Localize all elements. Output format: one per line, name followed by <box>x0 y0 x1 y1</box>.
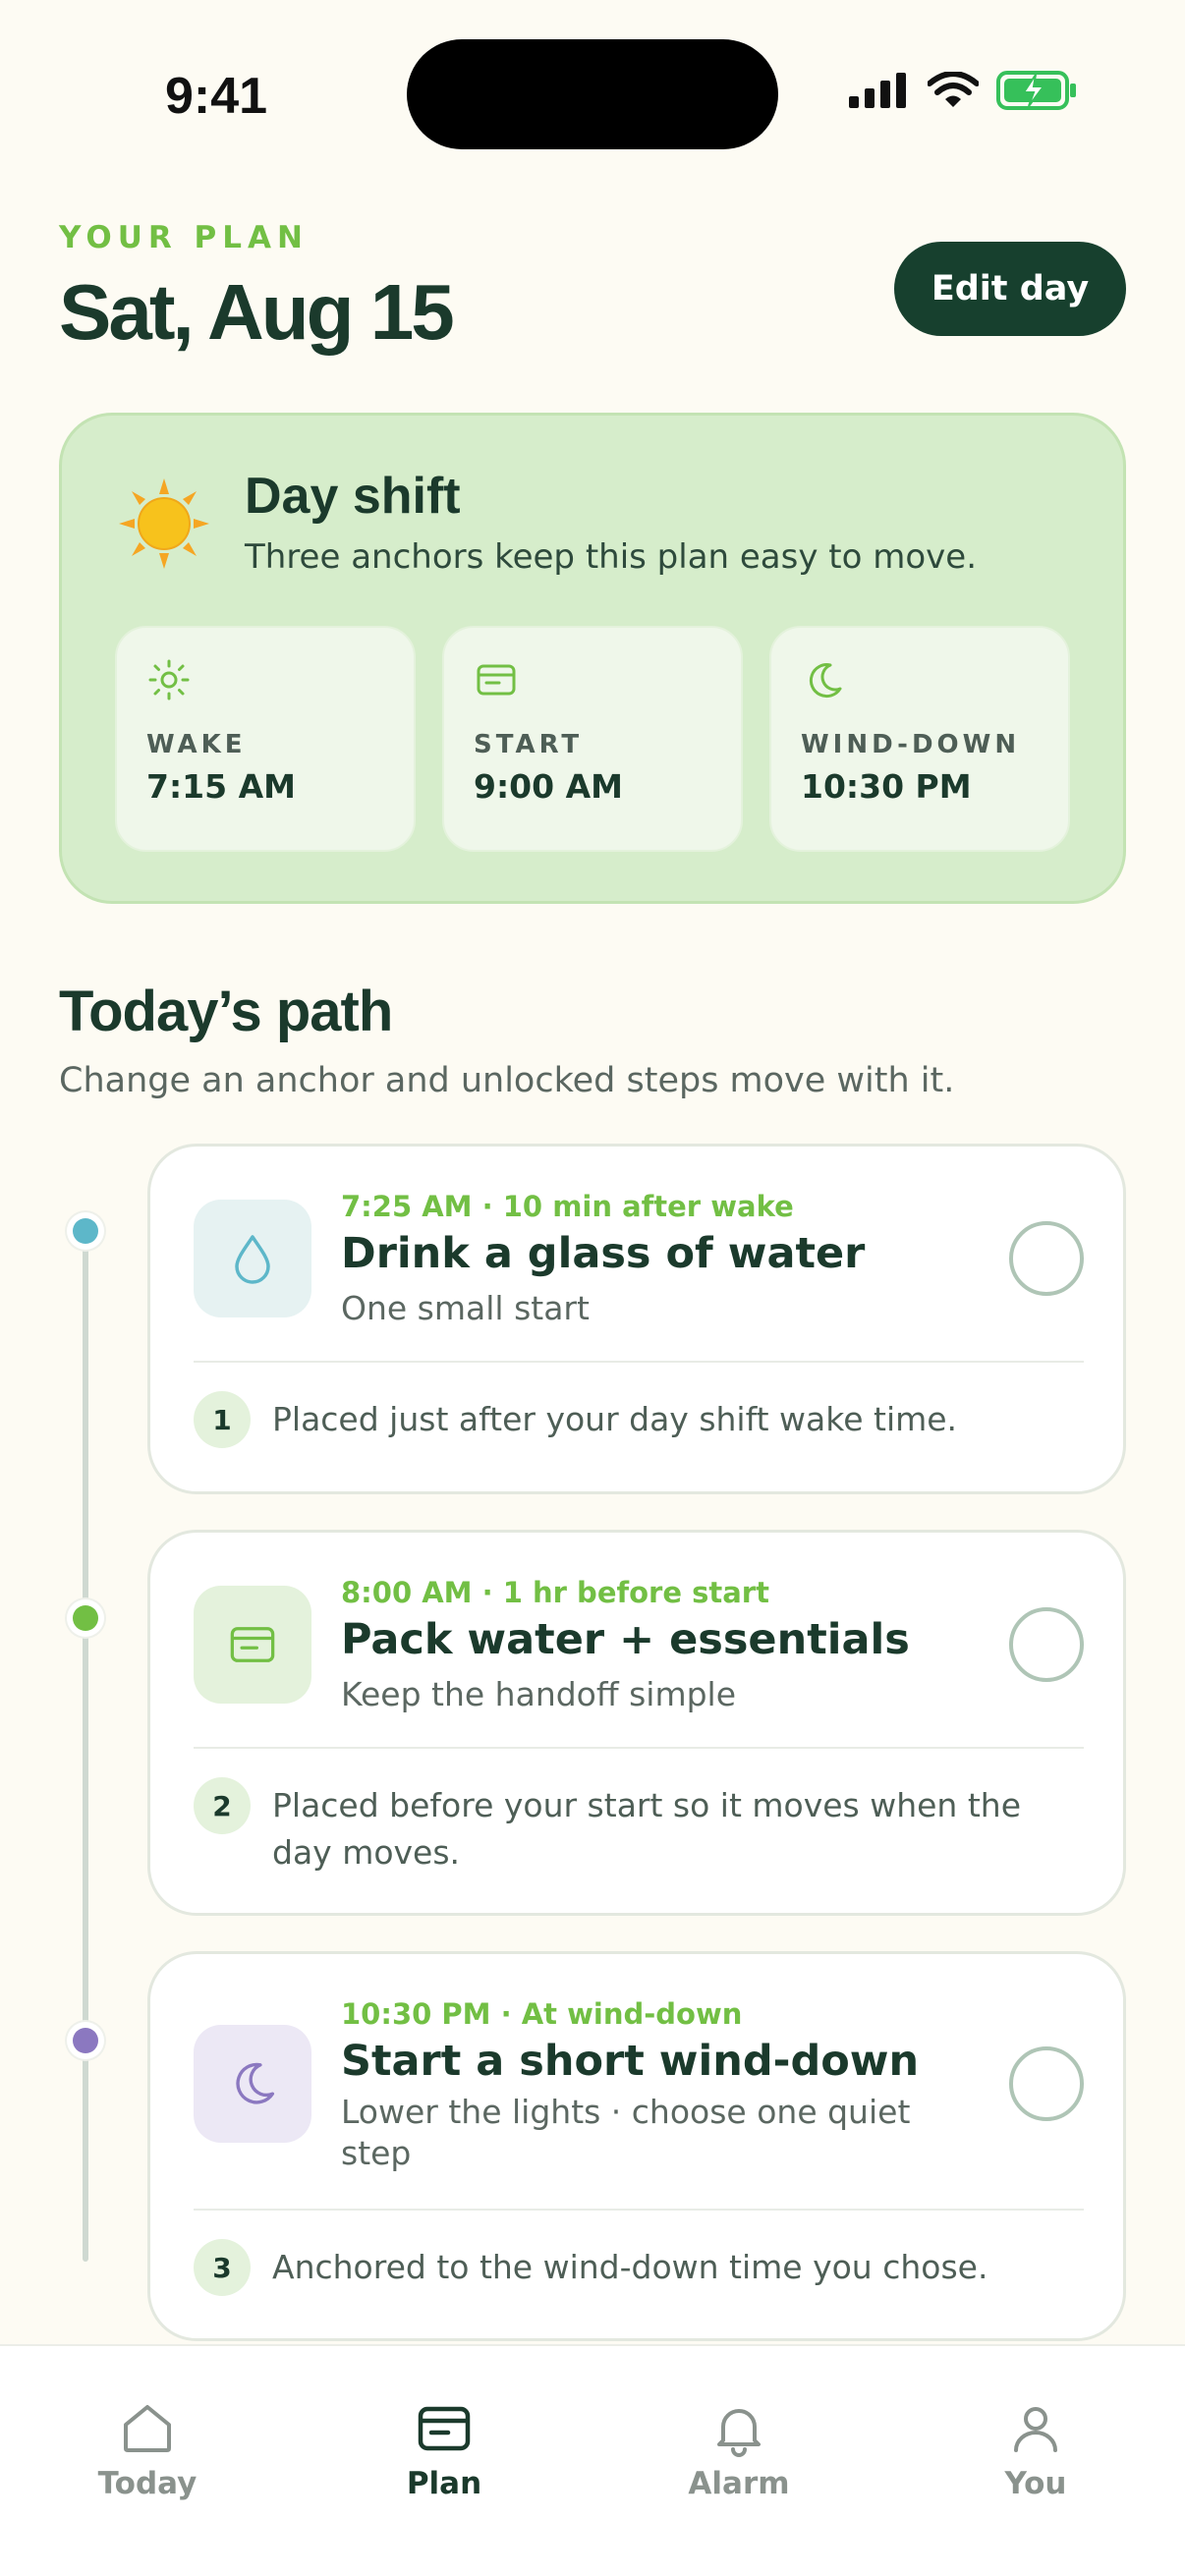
step-number: 3 <box>194 2239 251 2296</box>
card-icon <box>230 1627 275 1662</box>
step-note: Anchored to the wind-down time you chose… <box>272 2248 988 2286</box>
moon-icon <box>236 2062 275 2104</box>
step-divider <box>194 2209 1084 2211</box>
step-note: Placed just after your day shift wake ti… <box>272 1400 958 1438</box>
shift-subtitle: Three anchors keep this plan easy to mov… <box>245 537 977 577</box>
cellular-signal-icon <box>849 73 906 108</box>
shift-title: Day shift <box>245 468 461 525</box>
step-number: 2 <box>194 1777 251 1834</box>
tab-plan[interactable]: Plan <box>346 2399 542 2501</box>
anchor-label: START <box>474 730 584 759</box>
status-icons <box>849 71 1079 110</box>
timeline-dot <box>67 1212 104 1250</box>
step-description: Lower the lights · choose one quiet step <box>341 2093 911 2172</box>
tab-you[interactable]: You <box>937 2399 1134 2501</box>
anchor-label: WIND-DOWN <box>801 730 1021 759</box>
battery-charging-icon <box>996 71 1076 110</box>
sun-icon <box>148 659 190 700</box>
anchor-value: 10:30 PM <box>801 767 972 806</box>
edit-day-button[interactable]: Edit day <box>894 242 1126 336</box>
sun-icon <box>119 478 209 569</box>
section-subtitle: Change an anchor and unlocked steps move… <box>59 1061 955 1100</box>
wifi-icon <box>928 72 979 107</box>
anchor-label: WAKE <box>146 730 247 759</box>
card-icon <box>418 2406 471 2451</box>
step-meta: 10:30 PM · At wind-down <box>341 1997 743 2031</box>
anchor-start[interactable]: START 9:00 AM <box>442 626 743 852</box>
step-title: Start a short wind-down <box>341 2037 920 2086</box>
step-title: Pack water + essentials <box>341 1615 910 1664</box>
anchor-value: 9:00 AM <box>474 767 623 806</box>
timeline-dot <box>67 1599 104 1637</box>
tab-label: You <box>1004 2466 1067 2501</box>
home-icon <box>124 2405 171 2452</box>
section-title: Today’s path <box>59 980 393 1043</box>
step-meta: 7:25 AM · 10 min after wake <box>341 1190 794 1223</box>
timeline-rail <box>83 1230 88 2262</box>
anchor-value: 7:15 AM <box>146 767 296 806</box>
step-note: Placed before your start so it moves whe… <box>272 1786 1021 1872</box>
water-drop-icon <box>235 1235 270 1284</box>
person-icon <box>1014 2407 1057 2452</box>
step-icon-box <box>194 2025 311 2143</box>
step-number: 1 <box>194 1391 251 1448</box>
step-description: One small start <box>341 1289 590 1327</box>
status-time: 9:41 <box>165 68 268 125</box>
moon-icon <box>809 663 842 699</box>
page-title: Sat, Aug 15 <box>59 268 455 356</box>
step-card[interactable]: 7:25 AM · 10 min after wake Drink a glas… <box>147 1144 1126 1494</box>
anchor-wake[interactable]: WAKE 7:15 AM <box>115 626 416 852</box>
anchor-wind-down[interactable]: WIND-DOWN 10:30 PM <box>769 626 1070 852</box>
step-icon-box <box>194 1200 311 1317</box>
step-title: Drink a glass of water <box>341 1229 866 1278</box>
plan-eyebrow: YOUR PLAN <box>59 220 309 255</box>
step-card[interactable]: 10:30 PM · At wind-down Start a short wi… <box>147 1951 1126 2341</box>
dynamic-island <box>407 39 778 149</box>
step-card[interactable]: 8:00 AM · 1 hr before start Pack water +… <box>147 1530 1126 1916</box>
step-checkbox[interactable] <box>1009 1607 1084 1682</box>
step-checkbox[interactable] <box>1009 2046 1084 2121</box>
bell-icon <box>717 2409 761 2457</box>
step-divider <box>194 1361 1084 1363</box>
tab-today[interactable]: Today <box>49 2399 246 2501</box>
step-meta: 8:00 AM · 1 hr before start <box>341 1576 769 1609</box>
tab-label: Alarm <box>688 2466 790 2501</box>
step-description: Keep the handoff simple <box>341 1675 737 1713</box>
step-checkbox[interactable] <box>1009 1221 1084 1296</box>
tab-label: Today <box>97 2466 198 2501</box>
card-icon <box>477 664 516 696</box>
shift-card: Day shift Three anchors keep this plan e… <box>59 413 1126 904</box>
tab-label: Plan <box>406 2466 482 2501</box>
status-bar: 9:41 <box>0 0 1185 187</box>
tab-bar: Today Plan Alarm You <box>0 2344 1185 2576</box>
step-icon-box <box>194 1586 311 1704</box>
step-divider <box>194 1747 1084 1749</box>
tab-alarm[interactable]: Alarm <box>641 2399 837 2501</box>
timeline-dot <box>67 2022 104 2059</box>
